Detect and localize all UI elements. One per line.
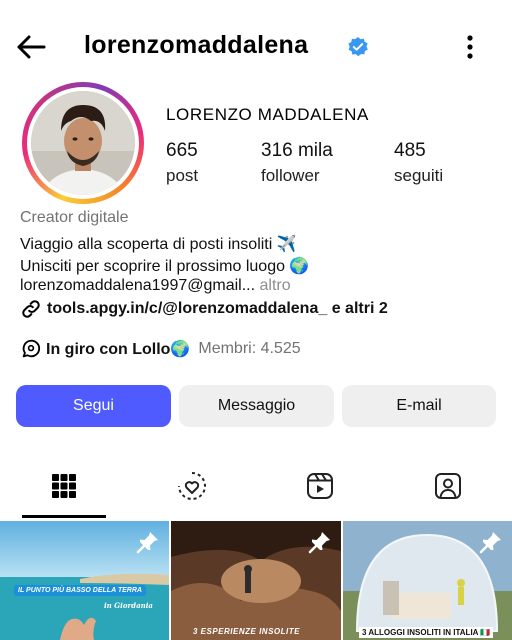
more-vertical-icon[interactable] bbox=[458, 32, 482, 62]
post-thumbnail[interactable]: 3 ALLOGGI INSOLITI IN ITALIA 🇮🇹 bbox=[343, 521, 512, 640]
profile-category: Creator digitale bbox=[20, 209, 129, 226]
tagged-icon bbox=[435, 473, 461, 499]
stat-posts-label: post bbox=[166, 166, 199, 185]
stat-followers-label: follower bbox=[261, 166, 320, 185]
link-icon bbox=[22, 300, 40, 318]
channel-icon bbox=[22, 339, 41, 358]
pin-icon bbox=[479, 532, 501, 554]
profile-username: lorenzomaddalena bbox=[84, 31, 309, 59]
stat-posts[interactable]: 665 post bbox=[166, 140, 198, 186]
tab-grid[interactable] bbox=[0, 462, 128, 518]
arrow-left-icon[interactable] bbox=[14, 30, 48, 64]
grid-icon bbox=[52, 474, 76, 498]
bio-line-1: Viaggio alla scoperta di posti insoliti … bbox=[20, 236, 297, 253]
reels-icon bbox=[178, 472, 206, 500]
stat-followers[interactable]: 316 mila follower bbox=[261, 140, 333, 186]
avatar-story-ring[interactable] bbox=[22, 82, 144, 204]
profile-link-text: tools.apgy.in/c/@lorenzomaddalena_ e alt… bbox=[47, 300, 388, 317]
post-thumbnail[interactable]: IL PUNTO PIÙ BASSO DELLA TERRA in Giorda… bbox=[0, 521, 169, 640]
video-icon bbox=[307, 473, 333, 499]
bio-email: lorenzomaddalena1997@gmail... bbox=[20, 277, 256, 294]
broadcast-channel[interactable]: In giro con Lollo🌍 Membri: 4.525 bbox=[20, 338, 301, 360]
email-button[interactable]: E-mail bbox=[342, 385, 496, 427]
stat-following[interactable]: 485 seguiti bbox=[394, 140, 443, 186]
stat-following-label: seguiti bbox=[394, 166, 444, 185]
active-tab-indicator bbox=[22, 515, 106, 518]
channel-name: In giro con Lollo🌍 bbox=[46, 341, 191, 358]
bio-more-link[interactable]: altro bbox=[260, 277, 291, 294]
stat-following-value: 485 bbox=[394, 140, 426, 161]
posts-grid: IL PUNTO PIÙ BASSO DELLA TERRA in Giorda… bbox=[0, 521, 512, 640]
post-caption: 3 ESPERIENZE INSOLITE bbox=[193, 627, 300, 636]
verified-badge-icon bbox=[348, 37, 368, 57]
follow-button[interactable]: Segui bbox=[16, 385, 171, 427]
post-thumbnail[interactable]: 3 ESPERIENZE INSOLITE bbox=[171, 521, 341, 640]
post-caption: 3 ALLOGGI INSOLITI IN ITALIA 🇮🇹 bbox=[359, 627, 494, 638]
message-button[interactable]: Messaggio bbox=[179, 385, 334, 427]
profile-full-name: LORENZO MADDALENA bbox=[166, 105, 369, 124]
top-bar: lorenzomaddalena bbox=[0, 0, 512, 92]
pin-icon bbox=[308, 532, 330, 554]
post-caption: IL PUNTO PIÙ BASSO DELLA TERRA bbox=[14, 585, 146, 596]
stat-followers-value: 316 mila bbox=[261, 140, 333, 161]
profile-tabs bbox=[0, 462, 512, 518]
avatar bbox=[31, 91, 135, 195]
channel-members: Membri: 4.525 bbox=[198, 340, 301, 357]
profile-link[interactable]: tools.apgy.in/c/@lorenzomaddalena_ e alt… bbox=[20, 298, 388, 320]
stat-posts-value: 665 bbox=[166, 140, 198, 161]
tab-video[interactable] bbox=[256, 462, 384, 518]
pin-icon bbox=[136, 532, 158, 554]
post-subcaption: in Giordania bbox=[104, 601, 153, 610]
tab-reels[interactable] bbox=[128, 462, 256, 518]
bio-email-line: lorenzomaddalena1997@gmail... altro bbox=[20, 277, 291, 295]
bio-line-2: Unisciti per scoprire il prossimo luogo … bbox=[20, 258, 310, 275]
tab-tagged[interactable] bbox=[384, 462, 512, 518]
